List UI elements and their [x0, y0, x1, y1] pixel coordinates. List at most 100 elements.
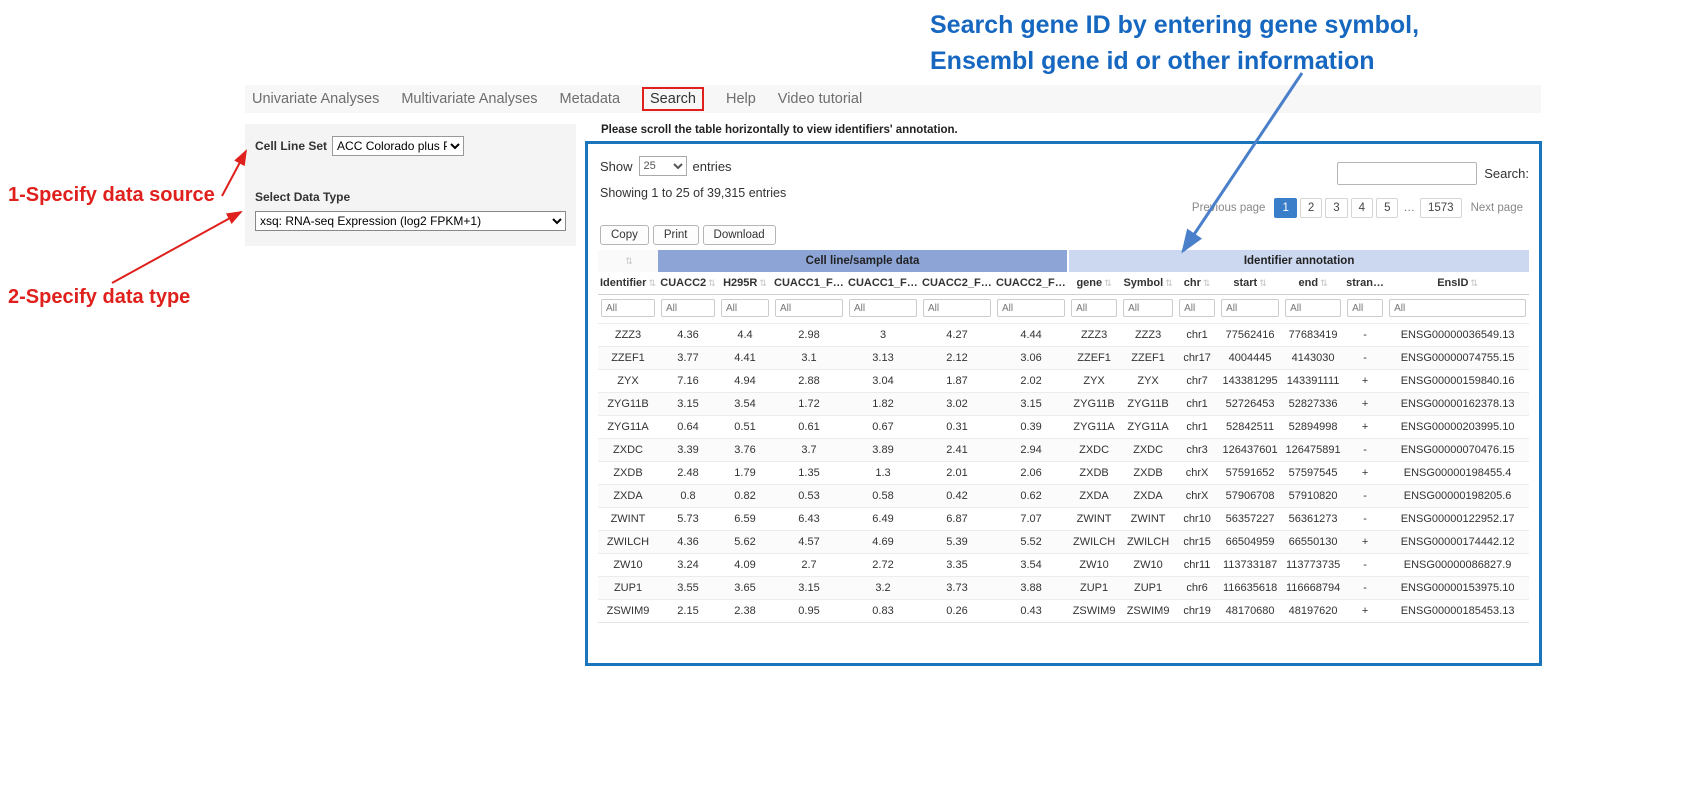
filter-input-ensid[interactable] [1389, 299, 1526, 317]
table-cell: ZXDA [1068, 485, 1120, 508]
table-cell: chrX [1176, 485, 1218, 508]
column-header-start[interactable]: start⇅ [1218, 272, 1282, 295]
column-header-chr[interactable]: chr⇅ [1176, 272, 1218, 295]
table-cell: ZZEF1 [1068, 347, 1120, 370]
show-label: Show [600, 159, 633, 174]
table-row[interactable]: ZUP13.553.653.153.23.733.88ZUP1ZUP1chr61… [598, 577, 1529, 600]
table-cell: chr1 [1176, 416, 1218, 439]
filter-input-h295r[interactable] [721, 299, 769, 317]
page-button-1573[interactable]: 1573 [1420, 198, 1462, 218]
filter-input-cuacc2[interactable] [661, 299, 715, 317]
column-header-cuacc2[interactable]: CUACC2⇅ [658, 272, 718, 295]
table-cell: 0.39 [994, 416, 1068, 439]
table-row[interactable]: ZZEF13.774.413.13.132.123.06ZZEF1ZZEF1ch… [598, 347, 1529, 370]
filter-input-end[interactable] [1285, 299, 1341, 317]
table-cell: ZWINT [598, 508, 658, 531]
table-cell: 4.4 [718, 324, 772, 347]
table-row[interactable]: ZZZ34.364.42.9834.274.44ZZZ3ZZZ3chr17756… [598, 324, 1529, 347]
group-header-row: ⇅Cell line/sample dataIdentifier annotat… [598, 250, 1529, 272]
filter-input-cuacc1-f1[interactable] [775, 299, 843, 317]
table-cell: 0.58 [846, 485, 920, 508]
cell-line-set-select[interactable]: ACC Colorado plus PDX [332, 136, 464, 156]
search-input[interactable] [1337, 162, 1477, 185]
nav-item-video-tutorial[interactable]: Video tutorial [778, 91, 862, 107]
filter-input-cuacc2-f2[interactable] [997, 299, 1065, 317]
cell-line-set-row: Cell Line Set ACC Colorado plus PDX [255, 136, 566, 156]
blue-annotation-line1: Search gene ID by entering gene symbol, [930, 8, 1419, 44]
data-type-select[interactable]: xsq: RNA-seq Expression (log2 FPKM+1) [255, 211, 566, 231]
table-cell: ZWILCH [598, 531, 658, 554]
table-row[interactable]: ZYX7.164.942.883.041.872.02ZYXZYXchr7143… [598, 370, 1529, 393]
table-cell: 5.52 [994, 531, 1068, 554]
table-cell: 0.82 [718, 485, 772, 508]
nav-item-multivariate-analyses[interactable]: Multivariate Analyses [401, 91, 537, 107]
next-page-button[interactable]: Next page [1465, 199, 1529, 217]
page-button-5[interactable]: 5 [1376, 198, 1398, 218]
previous-page-button[interactable]: Previous page [1186, 199, 1272, 217]
filter-input-cuacc2-f1[interactable] [923, 299, 991, 317]
table-row[interactable]: ZWILCH4.365.624.574.695.395.52ZWILCHZWIL… [598, 531, 1529, 554]
page-length-select[interactable]: 25 [639, 156, 687, 176]
group-header-cell-line-sample-data: Cell line/sample data [658, 250, 1068, 272]
page-length-control: Show 25 entries [600, 156, 732, 176]
blue-annotation: Search gene ID by entering gene symbol, … [930, 8, 1419, 79]
table-cell: 52827336 [1282, 393, 1344, 416]
nav-item-univariate-analyses[interactable]: Univariate Analyses [252, 91, 379, 107]
table-cell: ZXDA [598, 485, 658, 508]
red-arrow-2 [112, 212, 241, 283]
filter-input-strand[interactable] [1347, 299, 1383, 317]
page-button-4[interactable]: 4 [1351, 198, 1373, 218]
filter-input-chr[interactable] [1179, 299, 1215, 317]
table-cell: + [1344, 393, 1386, 416]
table-cell: ZYG11B [1068, 393, 1120, 416]
column-header-cuacc1-f2[interactable]: CUACC1_F2⇅ [846, 272, 920, 295]
copy-button[interactable]: Copy [600, 225, 649, 245]
table-cell: ENSG00000070476.15 [1386, 439, 1529, 462]
filter-input-identifier[interactable] [601, 299, 655, 317]
table-row[interactable]: ZXDC3.393.763.73.892.412.94ZXDCZXDCchr31… [598, 439, 1529, 462]
column-header-ensid[interactable]: EnsID⇅ [1386, 272, 1529, 295]
print-button[interactable]: Print [653, 225, 699, 245]
table-cell: ZZZ3 [1120, 324, 1176, 347]
table-cell: 4143030 [1282, 347, 1344, 370]
column-header-identifier[interactable]: Identifier⇅ [598, 272, 658, 295]
table-row[interactable]: ZWINT5.736.596.436.496.877.07ZWINTZWINTc… [598, 508, 1529, 531]
column-header-cuacc2-f2[interactable]: CUACC2_F2⇅ [994, 272, 1068, 295]
column-header-symbol[interactable]: Symbol⇅ [1120, 272, 1176, 295]
column-header-strand[interactable]: strand⇅ [1344, 272, 1386, 295]
column-header-cuacc2-f1[interactable]: CUACC2_F1⇅ [920, 272, 994, 295]
column-header-end[interactable]: end⇅ [1282, 272, 1344, 295]
table-cell: 6.87 [920, 508, 994, 531]
column-header-gene[interactable]: gene⇅ [1068, 272, 1120, 295]
page-button-1[interactable]: 1 [1274, 198, 1296, 218]
filter-input-cuacc1-f2[interactable] [849, 299, 917, 317]
column-label: strand [1346, 277, 1384, 289]
table-cell: 0.64 [658, 416, 718, 439]
page-button-2[interactable]: 2 [1300, 198, 1322, 218]
column-header-cuacc1-f1[interactable]: CUACC1_F1⇅ [772, 272, 846, 295]
table-cell: 3.1 [772, 347, 846, 370]
column-header-h295r[interactable]: H295R⇅ [718, 272, 772, 295]
table-cell: 3.24 [658, 554, 718, 577]
table-cell: ENSG00000036549.13 [1386, 324, 1529, 347]
download-button[interactable]: Download [703, 225, 776, 245]
filter-input-symbol[interactable] [1123, 299, 1173, 317]
nav-item-search[interactable]: Search [642, 87, 704, 111]
table-cell: ENSG00000203995.10 [1386, 416, 1529, 439]
page-button-3[interactable]: 3 [1325, 198, 1347, 218]
table-row[interactable]: ZW103.244.092.72.723.353.54ZW10ZW10chr11… [598, 554, 1529, 577]
table-cell: 1.87 [920, 370, 994, 393]
table-row[interactable]: ZYG11A0.640.510.610.670.310.39ZYG11AZYG1… [598, 416, 1529, 439]
filter-input-start[interactable] [1221, 299, 1279, 317]
nav-item-metadata[interactable]: Metadata [560, 91, 620, 107]
table-row[interactable]: ZSWIM92.152.380.950.830.260.43ZSWIM9ZSWI… [598, 600, 1529, 623]
table-row[interactable]: ZXDB2.481.791.351.32.012.06ZXDBZXDBchrX5… [598, 462, 1529, 485]
nav-item-help[interactable]: Help [726, 91, 756, 107]
table-row[interactable]: ZXDA0.80.820.530.580.420.62ZXDAZXDAchrX5… [598, 485, 1529, 508]
table-row[interactable]: ZYG11B3.153.541.721.823.023.15ZYG11BZYG1… [598, 393, 1529, 416]
table-cell: 2.98 [772, 324, 846, 347]
filter-input-gene[interactable] [1071, 299, 1117, 317]
table-cell: 4004445 [1218, 347, 1282, 370]
table-cell: 3.54 [718, 393, 772, 416]
sort-icon-cell[interactable]: ⇅ [598, 250, 658, 272]
